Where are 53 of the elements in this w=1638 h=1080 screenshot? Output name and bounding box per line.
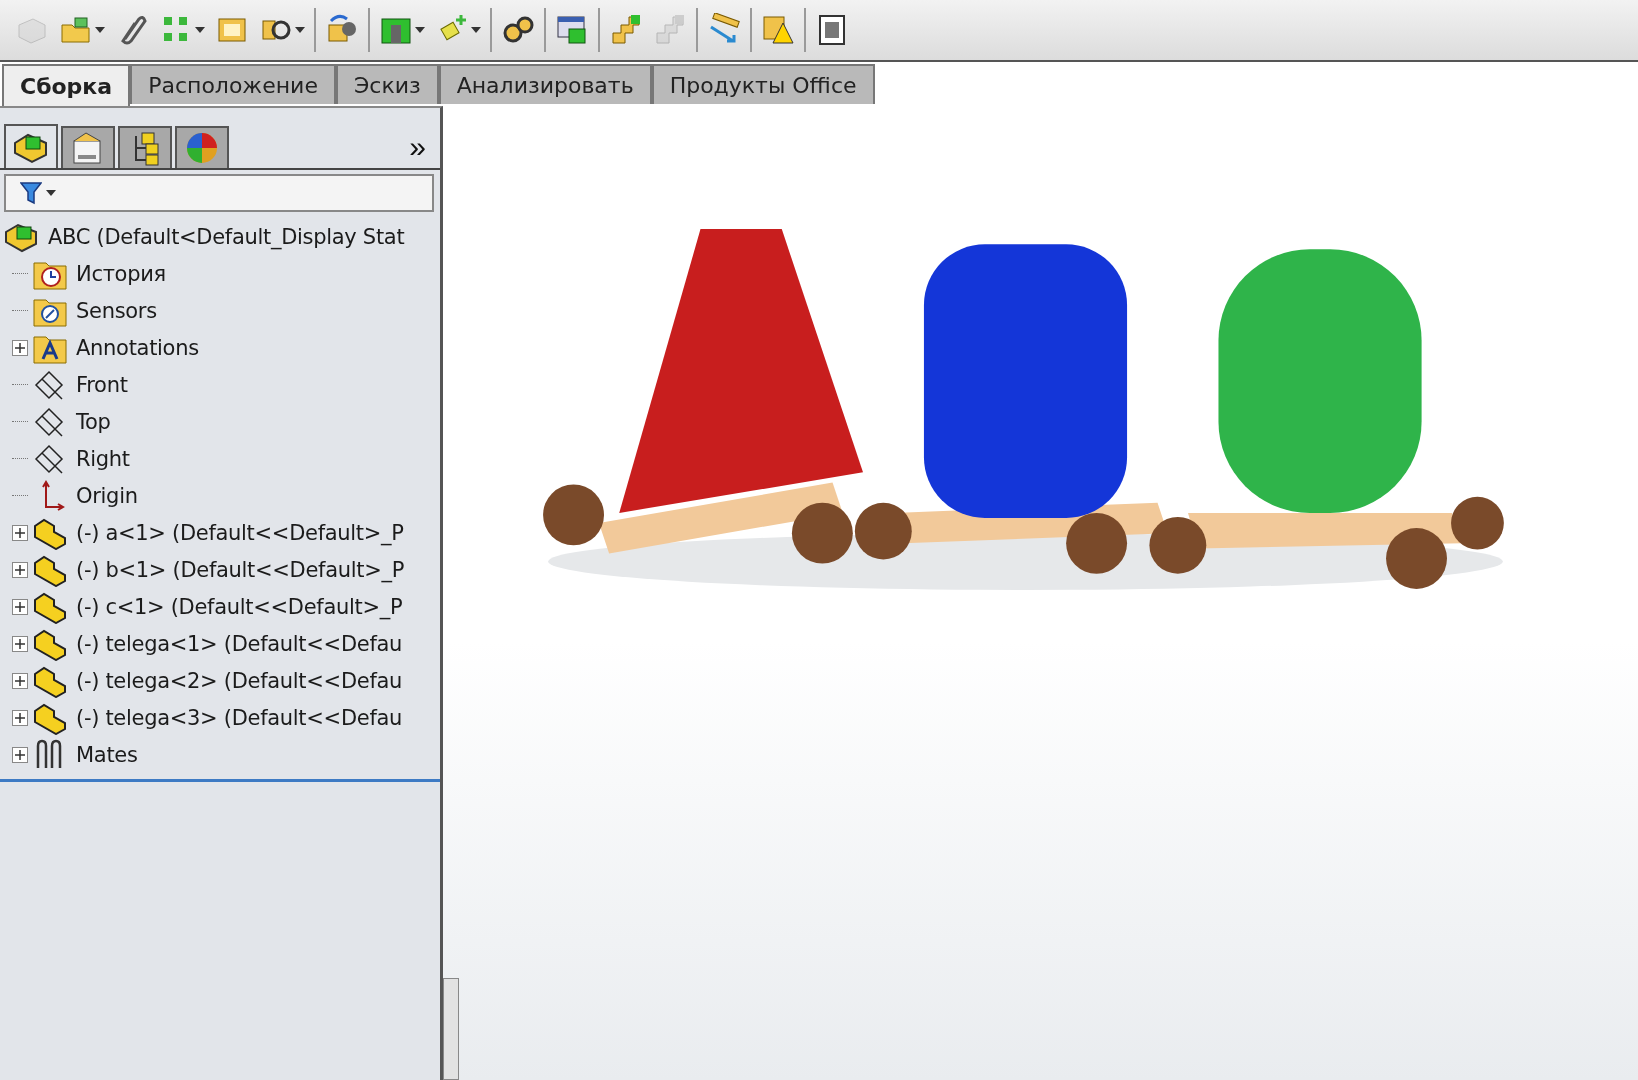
- ribbon-tab[interactable]: Сборка: [2, 64, 131, 106]
- tree-item[interactable]: Top: [4, 403, 440, 440]
- tree-item[interactable]: Front: [4, 366, 440, 403]
- caret-icon: [295, 27, 305, 33]
- caret-icon: [195, 27, 205, 33]
- color-sphere-icon: [184, 130, 220, 166]
- expand-toggle[interactable]: [12, 598, 28, 615]
- expand-toggle[interactable]: [12, 635, 28, 652]
- steps-icon: [653, 13, 687, 47]
- plus-icon: [15, 601, 25, 612]
- tree-item[interactable]: (-) telega<3> (Default<<Defau: [4, 699, 440, 736]
- tree-item[interactable]: Right: [4, 440, 440, 477]
- ribbon-tab[interactable]: Эскиз: [335, 64, 439, 104]
- expand-toggle[interactable]: [12, 709, 28, 726]
- plus-icon: [15, 712, 25, 723]
- plus-icon: [15, 564, 25, 575]
- panel-tab[interactable]: [61, 126, 115, 168]
- splitter-handle[interactable]: [443, 978, 459, 1080]
- expand-toggle[interactable]: [12, 339, 28, 356]
- window-icon: [555, 13, 589, 47]
- tree-item[interactable]: Sensors: [4, 292, 440, 329]
- tree-item[interactable]: Mates: [4, 736, 440, 773]
- expand-toggle[interactable]: [12, 561, 28, 578]
- ribbon-tab[interactable]: Продукты Office: [651, 64, 875, 104]
- expand-toggle[interactable]: [12, 672, 28, 689]
- tree-item[interactable]: (-) a<1> (Default<<Default>_P: [4, 514, 440, 551]
- caret-icon: [471, 27, 481, 33]
- panel-tab[interactable]: [118, 126, 172, 168]
- plus-icon: [15, 342, 25, 353]
- tree-item[interactable]: Annotations: [4, 329, 440, 366]
- plus-icon: [15, 675, 25, 686]
- plus-icon: [15, 638, 25, 649]
- plus-icon: [15, 749, 25, 760]
- filter-icon: [20, 181, 42, 205]
- tree-item[interactable]: ABC (Default<Default_Display Stat: [4, 218, 440, 255]
- tree-item[interactable]: История: [4, 255, 440, 292]
- ribbon-tab[interactable]: Анализировать: [438, 64, 652, 104]
- panel-tab[interactable]: [4, 124, 58, 168]
- tree-item[interactable]: (-) telega<1> (Default<<Defau: [4, 625, 440, 662]
- tree-item[interactable]: (-) b<1> (Default<<Default>_P: [4, 551, 440, 588]
- expand-toggle[interactable]: [12, 524, 28, 541]
- expand-button[interactable]: »: [399, 132, 436, 168]
- tree-item[interactable]: (-) c<1> (Default<<Default>_P: [4, 588, 440, 625]
- ribbon-tab[interactable]: Расположение: [130, 64, 336, 104]
- tree-item[interactable]: Origin: [4, 477, 440, 514]
- expand-toggle[interactable]: [12, 746, 28, 763]
- caret-icon: [95, 27, 105, 33]
- tree-item[interactable]: (-) telega<2> (Default<<Defau: [4, 662, 440, 699]
- filter-field[interactable]: [4, 174, 434, 212]
- caret-icon: [46, 190, 56, 196]
- steps-icon: [609, 13, 643, 47]
- caret-icon: [415, 27, 425, 33]
- plus-icon: [15, 527, 25, 538]
